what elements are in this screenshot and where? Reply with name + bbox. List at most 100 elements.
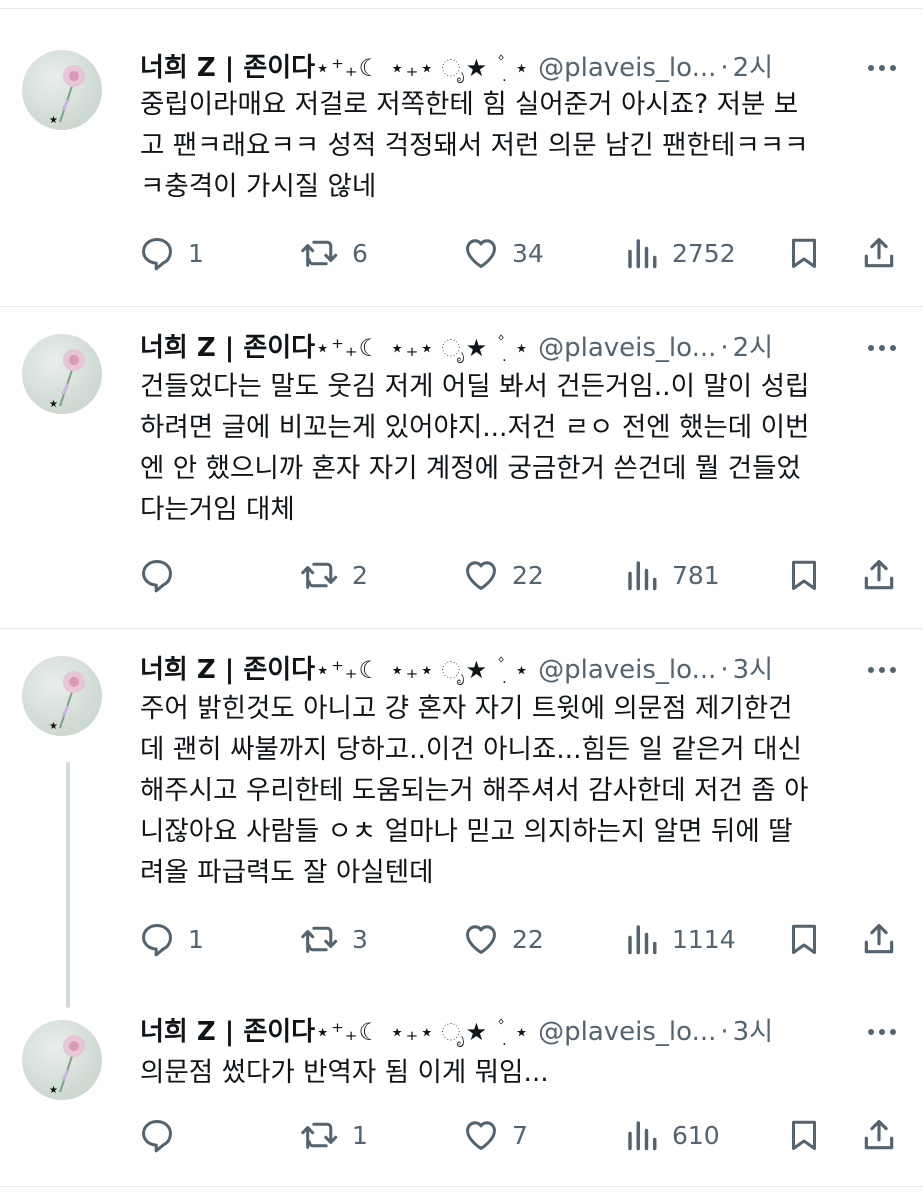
- divider: [0, 1186, 923, 1187]
- user-handle[interactable]: @plaveis_lo...: [538, 328, 716, 368]
- retweet-button[interactable]: 3: [300, 917, 368, 961]
- tweet[interactable]: ★ 너희 Z | 존이다 ⋆⁺₊☾ ⋆₊⋆ ೃ★ ۫ ׅ ⋆ @plaveis_…: [0, 0, 923, 306]
- tweet[interactable]: ★ 너희 Z | 존이다 ⋆⁺₊☾ ⋆₊⋆ ೃ★ ۫ ׅ ⋆ @plaveis_…: [0, 628, 923, 1000]
- share-button[interactable]: [860, 553, 898, 597]
- views-icon: [628, 925, 657, 955]
- display-name[interactable]: 너희 Z | 존이다: [140, 328, 315, 368]
- display-name[interactable]: 너희 Z | 존이다: [140, 650, 315, 690]
- retweet-count: 6: [352, 238, 368, 268]
- like-button[interactable]: 7: [462, 1113, 528, 1157]
- tweet-text-line: 주어 밝힌것도 아니고 걍 혼자 자기 트윗에 의문점 제기한건: [140, 693, 793, 724]
- tweet-actions: 1 7 610: [130, 1113, 910, 1157]
- bookmark-button[interactable]: [786, 1113, 822, 1157]
- share-button[interactable]: [860, 917, 898, 961]
- avatar[interactable]: ★: [22, 656, 102, 736]
- separator: ·: [720, 53, 729, 83]
- reply-button[interactable]: [138, 1113, 188, 1157]
- tweet[interactable]: ★ 너희 Z | 존이다 ⋆⁺₊☾ ⋆₊⋆ ೃ★ ۫ ׅ ⋆ @plaveis_…: [0, 1000, 923, 1186]
- heart-icon: [466, 239, 496, 268]
- separator: ·: [720, 655, 729, 685]
- name-decoration: ⋆⁺₊☾ ⋆₊⋆ ೃ★ ۫ ׅ ⋆: [315, 334, 531, 362]
- views-button[interactable]: 2752: [624, 231, 736, 275]
- timestamp[interactable]: 2시: [733, 328, 773, 368]
- avatar[interactable]: ★: [22, 1020, 102, 1100]
- avatar[interactable]: ★: [22, 50, 102, 130]
- like-count: 7: [512, 1120, 528, 1150]
- bookmark-button[interactable]: [786, 553, 822, 597]
- like-button[interactable]: 34: [462, 231, 544, 275]
- views-icon: [628, 561, 657, 591]
- svg-text:★: ★: [49, 399, 58, 410]
- bookmark-icon: [792, 560, 816, 590]
- retweet-button[interactable]: 6: [300, 231, 368, 275]
- tweet-text-line: 해주시고 우리한테 도움되는거 해주셔서 감사한데 저건 좀 아: [140, 775, 809, 806]
- share-button[interactable]: [860, 231, 898, 275]
- views-button[interactable]: 610: [624, 1113, 720, 1157]
- views-count: 1114: [672, 924, 736, 954]
- views-button[interactable]: 1114: [624, 917, 736, 961]
- views-count: 2752: [672, 238, 736, 268]
- tweet-text-line: ㅋ충격이 가시질 않네: [140, 171, 377, 202]
- svg-text:★: ★: [49, 721, 58, 732]
- reply-button[interactable]: [138, 553, 188, 597]
- timestamp[interactable]: 3시: [733, 1012, 773, 1052]
- like-button[interactable]: 22: [462, 553, 544, 597]
- bookmark-button[interactable]: [786, 917, 822, 961]
- share-button[interactable]: [860, 1113, 898, 1157]
- tweet-text: 주어 밝힌것도 아니고 걍 혼자 자기 트윗에 의문점 제기한건 데 괜히 싸불…: [140, 688, 900, 893]
- like-count: 34: [512, 238, 544, 268]
- more-options-button[interactable]: [862, 650, 902, 690]
- like-count: 22: [512, 924, 544, 954]
- display-name[interactable]: 너희 Z | 존이다: [140, 48, 315, 88]
- avatar[interactable]: ★: [22, 334, 102, 414]
- reply-button[interactable]: 1: [138, 231, 204, 275]
- reply-icon: [142, 1120, 172, 1153]
- svg-text:★: ★: [49, 1085, 58, 1096]
- user-handle[interactable]: @plaveis_lo...: [538, 1012, 716, 1052]
- flower-avatar-icon: ★: [49, 671, 85, 732]
- more-icon: [868, 65, 896, 71]
- tweet-header: 너희 Z | 존이다 ⋆⁺₊☾ ⋆₊⋆ ೃ★ ۫ ׅ ⋆ @plaveis_lo…: [140, 1012, 773, 1052]
- views-button[interactable]: 781: [624, 553, 720, 597]
- like-button[interactable]: 22: [462, 917, 544, 961]
- bookmark-icon: [792, 238, 816, 268]
- heart-icon: [466, 925, 496, 954]
- timestamp[interactable]: 2시: [733, 48, 773, 88]
- retweet-icon: [301, 562, 338, 589]
- tweet-text-line: 니잖아요 사람들 ㅇㅊ 얼마나 믿고 의지하는지 알면 뒤에 딸: [140, 816, 793, 847]
- flower-avatar-icon: ★: [49, 349, 85, 410]
- more-options-button[interactable]: [862, 1012, 902, 1052]
- flower-avatar-icon: ★: [49, 1035, 85, 1096]
- views-count: 610: [672, 1120, 720, 1150]
- reply-count: 1: [188, 238, 204, 268]
- reply-icon: [142, 238, 172, 271]
- reply-button[interactable]: 1: [138, 917, 204, 961]
- timestamp[interactable]: 3시: [733, 650, 773, 690]
- tweet-text-line: 데 괜히 싸불까지 당하고..이건 아니죠...힘든 일 같은거 대신: [140, 734, 802, 765]
- tweet-text-line: 의문점 썼다가 반역자 됨 이게 뭐임...: [140, 1057, 549, 1088]
- retweet-button[interactable]: 1: [300, 1113, 368, 1157]
- tweet-text-line: 하려면 글에 비꼬는게 있어야지...저건 ㄹㅇ 전엔 했는데 이번: [140, 412, 810, 443]
- svg-text:★: ★: [49, 115, 58, 126]
- views-count: 781: [672, 560, 720, 590]
- tweet-text-line: 엔 안 했으니까 혼자 자기 계정에 궁금한거 쓴건데 뭘 건들었: [140, 453, 801, 484]
- more-options-button[interactable]: [862, 328, 902, 368]
- retweet-count: 3: [352, 924, 368, 954]
- more-options-button[interactable]: [862, 48, 902, 88]
- user-handle[interactable]: @plaveis_lo...: [538, 48, 716, 88]
- tweet[interactable]: ★ 너희 Z | 존이다 ⋆⁺₊☾ ⋆₊⋆ ೃ★ ۫ ׅ ⋆ @plaveis_…: [0, 306, 923, 628]
- retweet-icon: [301, 926, 338, 953]
- heart-icon: [466, 561, 496, 590]
- user-handle[interactable]: @plaveis_lo...: [538, 650, 716, 690]
- tweet-text-line: 건들었다는 말도 웃김 저게 어딜 봐서 건든거임..이 말이 성립: [140, 371, 810, 402]
- heart-icon: [466, 1121, 496, 1150]
- retweet-button[interactable]: 2: [300, 553, 368, 597]
- display-name[interactable]: 너희 Z | 존이다: [140, 1012, 315, 1052]
- tweet-text: 건들었다는 말도 웃김 저게 어딜 봐서 건든거임..이 말이 성립 하려면 글…: [140, 366, 900, 530]
- name-decoration: ⋆⁺₊☾ ⋆₊⋆ ೃ★ ۫ ׅ ⋆: [315, 1018, 531, 1046]
- bookmark-button[interactable]: [786, 231, 822, 275]
- bookmark-icon: [792, 924, 816, 954]
- like-count: 22: [512, 560, 544, 590]
- tweet-header: 너희 Z | 존이다 ⋆⁺₊☾ ⋆₊⋆ ೃ★ ۫ ׅ ⋆ @plaveis_lo…: [140, 328, 773, 368]
- bookmark-icon: [792, 1120, 816, 1150]
